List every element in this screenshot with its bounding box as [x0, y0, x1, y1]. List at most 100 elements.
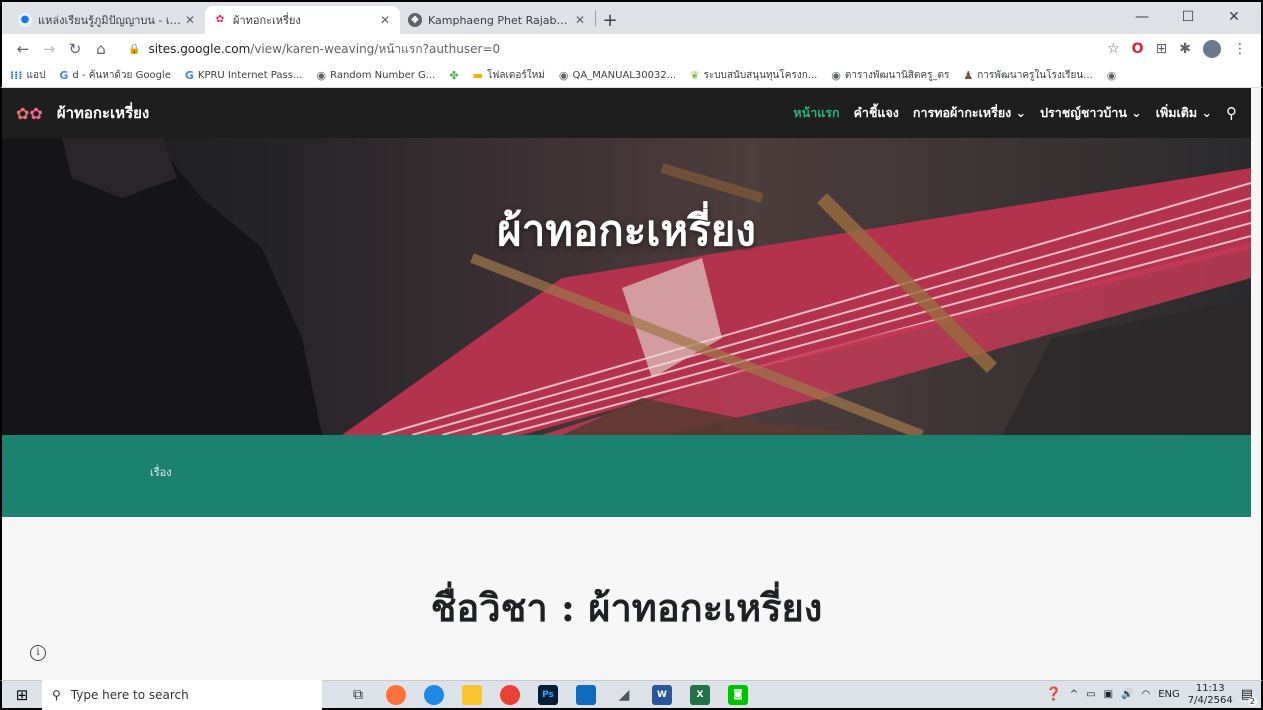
close-window-button[interactable]: ✕	[1211, 2, 1257, 32]
site-logo[interactable]: ✿ ✿	[16, 104, 43, 123]
close-tab-icon[interactable]: ✕	[573, 13, 587, 27]
bookmark-kpru[interactable]: G KPRU Internet Pass...	[185, 69, 303, 82]
nav-home[interactable]: หน้าแรก	[793, 103, 839, 123]
notification-icon[interactable]: ▤ 2	[1241, 687, 1257, 706]
site-logo-icon: ✿	[215, 14, 225, 25]
browser-toolbar: ← → ↻ ⌂ 🔒 sites.google.com/view/karen-we…	[0, 34, 1263, 64]
menu-dots-icon[interactable]: ⋮	[1233, 41, 1247, 57]
help-icon[interactable]: ❓	[1046, 687, 1062, 702]
karen-doll-icon: ✿	[29, 103, 43, 123]
site-title[interactable]: ผ้าทอกะเหรี่ยง	[57, 101, 149, 125]
url-host: sites.google.com	[148, 42, 251, 56]
globe-icon: ◉	[1106, 69, 1117, 82]
home-icon[interactable]: ⌂	[88, 40, 114, 58]
site-nav-links: หน้าแรก คำชี้แจง การทอผ้ากะเหรี่ยง ⌄ ปรา…	[793, 103, 1237, 123]
system-tray: ❓ ^ ▭ ▣ 🔊 ◠ ENG 11:13 7/4/2564 ▤ 2	[1046, 683, 1261, 707]
site-navbar: ✿ ✿ ผ้าทอกะเหรี่ยง หน้าแรก คำชี้แจง การท…	[2, 88, 1251, 138]
close-tab-icon[interactable]: ✕	[378, 13, 392, 27]
bookmark-globe[interactable]: ◉	[1107, 69, 1117, 82]
search-icon[interactable]: ⚲	[1226, 104, 1237, 122]
chevron-down-icon: ⌄	[1015, 105, 1027, 120]
taskbar-apps: ⧉ Ps ◢ W X ◙	[348, 684, 748, 705]
bookmark-apps[interactable]: ⁞⁞⁞ แอป	[10, 68, 45, 83]
bookmark-random-number[interactable]: ◉ Random Number G...	[316, 69, 435, 82]
address-bar[interactable]: 🔒 sites.google.com/view/karen-weaving/หน…	[122, 37, 1099, 61]
task-view-icon[interactable]: ⧉	[348, 685, 368, 705]
forward-arrow-icon[interactable]: →	[36, 40, 62, 58]
star-icon[interactable]: ☆	[1107, 41, 1120, 57]
browser-tab-2[interactable]: ✿ ผ้าทอกะเหรี่ยง ✕	[205, 6, 400, 34]
close-tab-icon[interactable]: ✕	[183, 13, 197, 27]
excel-icon[interactable]: X	[690, 684, 710, 705]
google-icon: G	[184, 69, 194, 82]
word-icon[interactable]: W	[652, 684, 672, 705]
windows-start-icon[interactable]: ⊞	[2, 686, 42, 704]
notification-count: 2	[1247, 697, 1257, 706]
tab-title: ผ้าทอกะเหรี่ยง	[233, 14, 301, 27]
new-tab-button[interactable]: +	[596, 6, 624, 34]
taskbar-search[interactable]: ⚲ Type here to search	[42, 679, 322, 710]
university-icon: ◆	[408, 13, 422, 27]
back-arrow-icon[interactable]: ←	[10, 40, 36, 58]
minimize-button[interactable]: —	[1119, 2, 1165, 32]
avatar[interactable]	[1203, 40, 1221, 58]
google-icon: G	[59, 69, 69, 82]
wifi-icon[interactable]: ◠	[1141, 689, 1150, 700]
firefox-icon[interactable]	[386, 684, 406, 705]
url-path: /view/karen-weaving/หน้าแรก?authuser=0	[250, 41, 501, 56]
clock[interactable]: 11:13 7/4/2564	[1188, 683, 1233, 707]
chevron-down-icon: ⌄	[1201, 105, 1212, 120]
bookmark-schedule[interactable]: ◉ ตารางพัฒนานิสิตครู_ตร	[831, 68, 949, 83]
volume-icon[interactable]: 🔊	[1121, 689, 1133, 700]
chrome-icon[interactable]	[500, 684, 520, 705]
battery-icon[interactable]: ▭	[1086, 689, 1095, 700]
nav-more[interactable]: เพิ่มเติม ⌄	[1156, 103, 1212, 123]
folder-icon: ▬	[472, 69, 483, 82]
photoshop-icon[interactable]: Ps	[538, 684, 558, 705]
bookmark-pinwheel[interactable]: ✤	[449, 69, 458, 82]
main-content: ชื่อวิชา : ผ้าทอกะเหรี่ยง i	[2, 517, 1251, 680]
edge-icon[interactable]	[424, 684, 444, 705]
nav-local-sage[interactable]: ปราชญ์ชาวบ้าน ⌄	[1040, 103, 1142, 123]
media-player-icon[interactable]: ◢	[614, 685, 634, 705]
reload-icon[interactable]: ↻	[62, 40, 88, 58]
bookmark-new-folder[interactable]: ▬ โฟลเดอร์ใหม่	[473, 68, 545, 83]
window-controls: — ☐ ✕	[1119, 2, 1257, 32]
chevron-down-icon: ⌄	[1131, 105, 1142, 120]
web-page: ✿ ✿ ผ้าทอกะเหรี่ยง หน้าแรก คำชี้แจง การท…	[0, 88, 1263, 680]
nav-weaving[interactable]: การทอผ้ากะเหรี่ยง ⌄	[913, 103, 1026, 123]
bookmark-google-search[interactable]: Gd - ค้นหาด้วย Google	[59, 68, 171, 83]
person-icon: ♟	[963, 69, 974, 82]
line-icon[interactable]: ◙	[728, 684, 748, 705]
course-title: ชื่อวิชา : ผ้าทอกะเหรี่ยง	[430, 585, 823, 630]
lock-icon[interactable]: 🔒	[128, 44, 140, 55]
taskbar-search-placeholder: Type here to search	[70, 687, 189, 702]
globe-icon: ◉	[831, 69, 841, 82]
puzzle-icon[interactable]: ✱	[1179, 41, 1191, 57]
pinwheel-icon: ✤	[449, 69, 459, 82]
bookmark-teacher-dev[interactable]: ♟ การพัฒนาครูในโรงเรียน...	[963, 68, 1092, 83]
bookmark-funding-system[interactable]: ❦ ระบบสนับสนุนทุนโครงก...	[690, 68, 817, 83]
browser-tab-3[interactable]: ◆ Kamphaeng Phet Rajabhat Unive ✕	[400, 6, 595, 34]
browser-tab-1[interactable]: ● แหล่งเรียนรู้ภูมิปัญญาบน - เกี่ยวกับโค…	[10, 6, 205, 34]
globe-icon: ●	[18, 13, 32, 27]
chevron-up-icon[interactable]: ^	[1070, 689, 1078, 700]
globe-icon: ◉	[316, 69, 327, 82]
maximize-button[interactable]: ☐	[1165, 2, 1211, 32]
hero-banner: ผ้าทอกะเหรี่ยง	[2, 138, 1251, 435]
leaf-icon: ❦	[690, 69, 700, 82]
topic-label: เรื่อง	[150, 466, 172, 479]
bookmark-qa-manual[interactable]: ◉ QA_MANUAL30032...	[559, 69, 676, 82]
mail-icon[interactable]	[576, 684, 596, 705]
info-icon[interactable]: i	[30, 645, 46, 661]
opera-icon[interactable]: O	[1132, 41, 1144, 57]
grid-extension-icon[interactable]: ⊞	[1156, 41, 1168, 57]
file-explorer-icon[interactable]	[462, 684, 482, 705]
display-icon[interactable]: ▣	[1104, 689, 1113, 700]
hero-title: ผ้าทอกะเหรี่ยง	[497, 206, 756, 255]
nav-explanation[interactable]: คำชี้แจง	[854, 103, 899, 123]
extensions-area: ☆ O ⊞ ✱ ⋮	[1107, 40, 1253, 58]
language-indicator[interactable]: ENG	[1158, 689, 1180, 700]
weaving-background-image	[2, 138, 1251, 435]
clock-time: 11:13	[1195, 682, 1225, 694]
